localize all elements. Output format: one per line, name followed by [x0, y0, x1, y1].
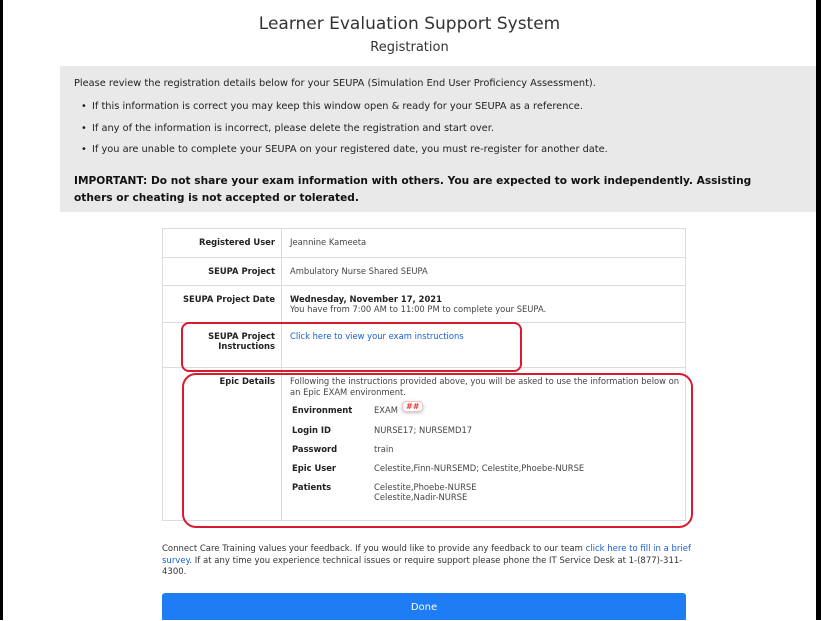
notice-intro: Please review the registration details b… [74, 78, 596, 89]
notice-bullet: If this information is correct you may k… [60, 96, 608, 118]
important-warning: IMPORTANT: Do not share your exam inform… [74, 175, 752, 204]
notice-bullet: If any of the information is incorrect, … [60, 118, 608, 140]
instructions-highlight-box [181, 322, 522, 372]
notice-bullet-list: If this information is correct you may k… [60, 96, 608, 161]
table-row: SEUPA Project Date Wednesday, November 1… [162, 285, 686, 323]
registered-user-value: Jeannine Kameeta [281, 228, 686, 258]
feedback-text: Connect Care Training values your feedba… [162, 544, 692, 579]
window-left-border [0, 0, 3, 620]
notice-panel: Please review the registration details b… [60, 66, 816, 212]
project-date-label: SEUPA Project Date [162, 285, 282, 323]
feedback-text-part: . If at any time you experience technica… [162, 555, 683, 578]
project-value: Ambulatory Nurse Shared SEUPA [281, 257, 686, 286]
project-time-note: You have from 7:00 AM to 11:00 PM to com… [290, 304, 547, 314]
page-title: Learner Evaluation Support System [258, 14, 561, 34]
project-label: SEUPA Project [162, 257, 282, 286]
page-header: Learner Evaluation Support System Regist… [3, 0, 816, 66]
done-button[interactable]: Done [162, 593, 686, 620]
feedback-text-part: Connect Care Training values your feedba… [162, 544, 586, 554]
registered-user-label: Registered User [162, 228, 282, 258]
notice-bullet: If you are unable to complete your SEUPA… [60, 139, 608, 161]
project-date-cell: Wednesday, November 17, 2021 You have fr… [281, 285, 686, 323]
page-subtitle: Registration [370, 40, 449, 55]
table-row: Registered User Jeannine Kameeta [162, 228, 686, 258]
table-row: SEUPA Project Ambulatory Nurse Shared SE… [162, 257, 686, 286]
epic-details-highlight-box [182, 373, 693, 528]
project-date-value: Wednesday, November 17, 2021 [290, 294, 442, 304]
window-right-border [816, 0, 821, 620]
